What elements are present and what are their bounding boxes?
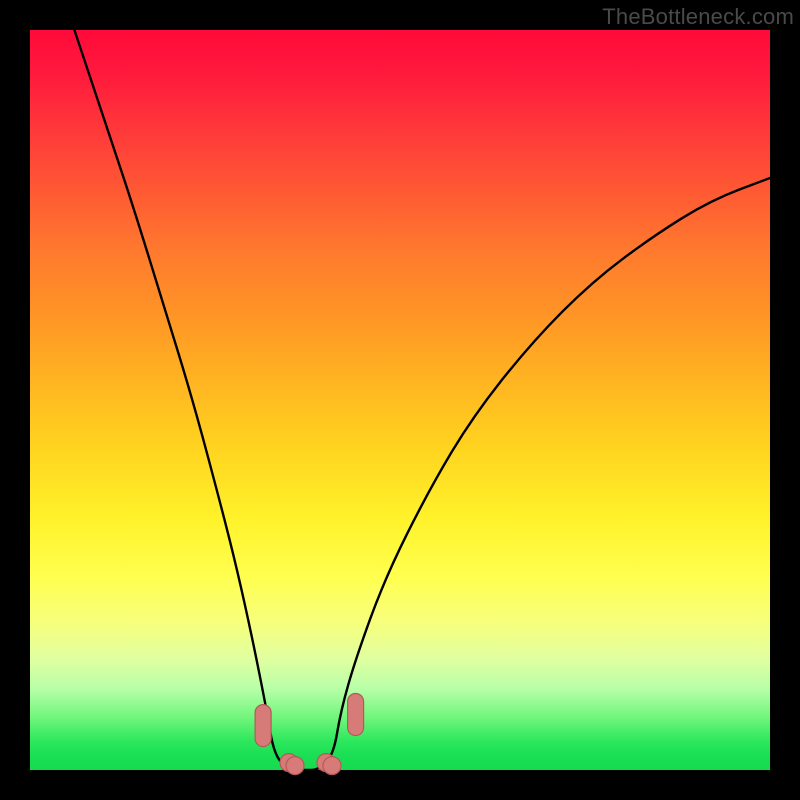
bottleneck-curve [30,30,770,770]
marker-blob [255,705,271,747]
chart-frame: TheBottleneck.com [0,0,800,800]
plot-area [30,30,770,770]
marker-blob [323,757,341,775]
marker-blob [348,694,364,736]
marker-blob [286,757,304,775]
watermark-text: TheBottleneck.com [602,4,794,30]
